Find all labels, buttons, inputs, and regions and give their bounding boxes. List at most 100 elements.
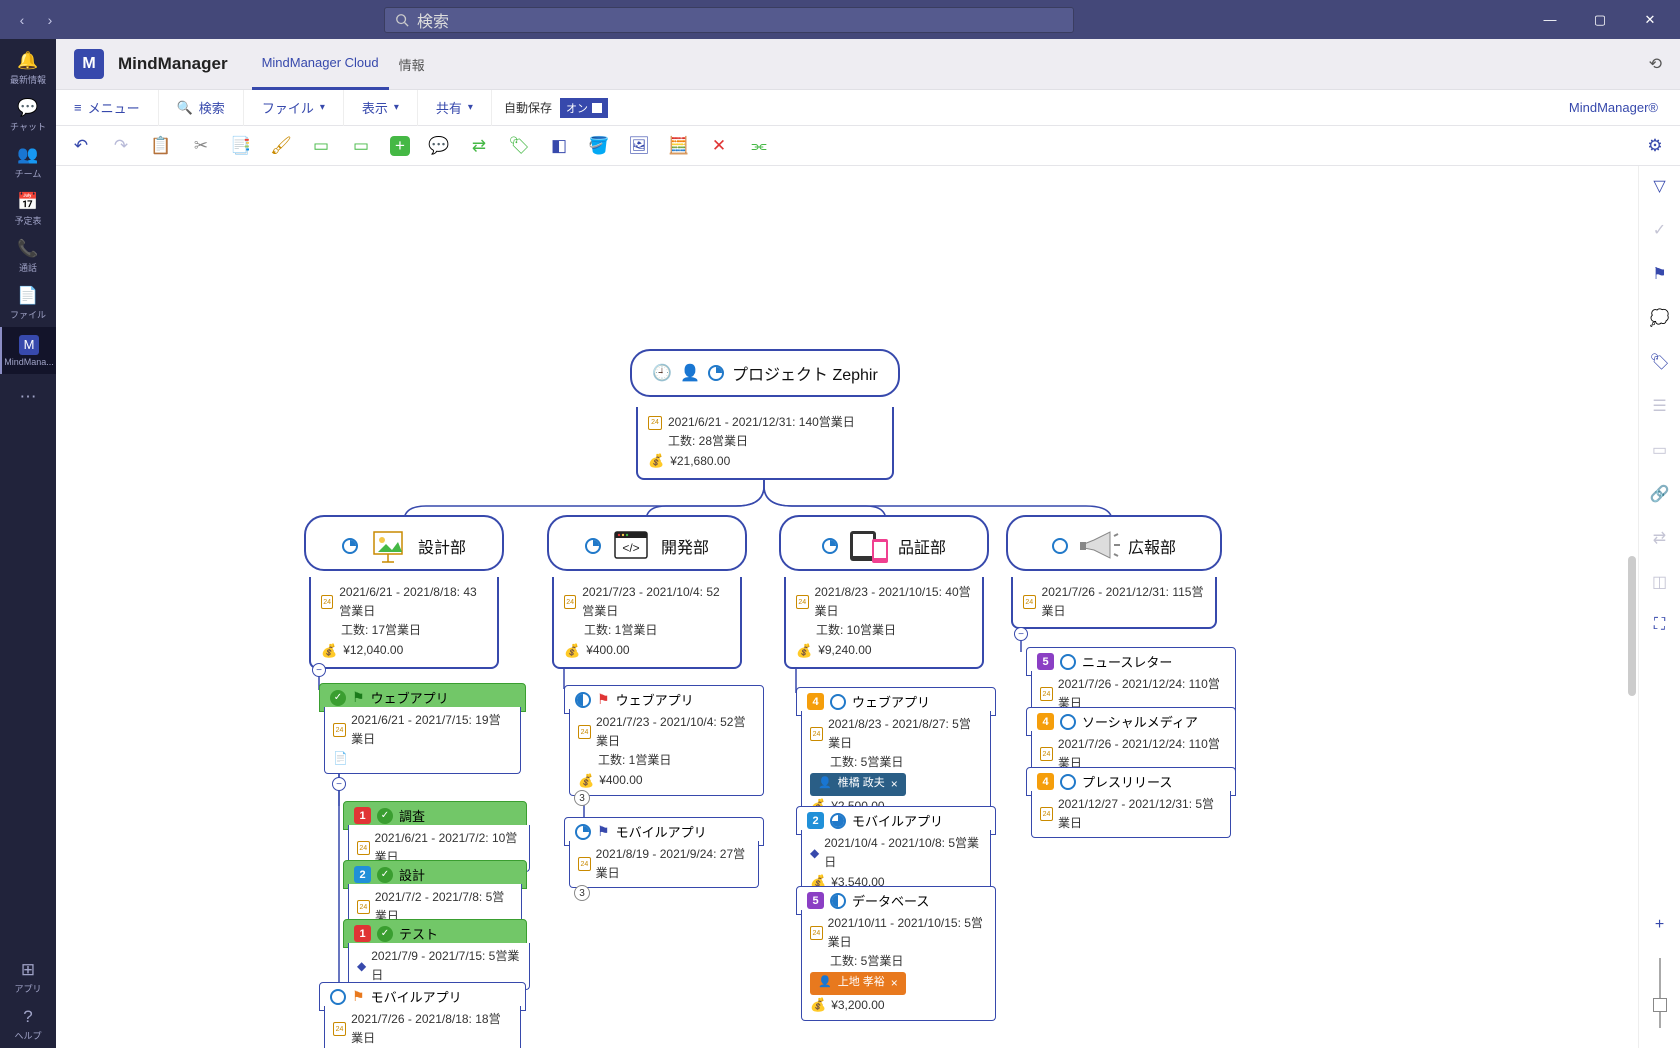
- money-icon: 💰: [648, 451, 664, 472]
- rail-more[interactable]: ⋯: [0, 374, 56, 421]
- swap-icon[interactable]: ⇄: [1653, 528, 1666, 548]
- rail-help[interactable]: ?ヘルプ: [0, 1001, 56, 1048]
- link-icon[interactable]: 🔗: [1650, 484, 1670, 504]
- nav-back[interactable]: ‹: [12, 10, 32, 30]
- toolbar: ↶ ↷ 📋 ✂ 📑 🖌 ▭ ▭ + 💬 ⇄ 🏷 ◧ 🪣 🖼 🧮 ✕ ⫘ ⚙: [56, 126, 1680, 166]
- flag-icon: ⚑: [352, 689, 365, 706]
- progress-icon: [585, 538, 601, 554]
- task-qa-web-det: 242021/8/23 - 2021/8/27: 5営業日 工数: 5営業日 👤…: [801, 711, 991, 822]
- rail-calls[interactable]: 📞通話: [0, 233, 56, 280]
- flag-icon: ⚑: [352, 988, 365, 1005]
- search-icon: [395, 13, 409, 27]
- rail-apps[interactable]: ⊞アプリ: [0, 954, 56, 1001]
- child-count[interactable]: 3: [574, 885, 590, 901]
- filter-icon[interactable]: ▽: [1653, 176, 1665, 196]
- card-icon[interactable]: ▭: [1652, 440, 1667, 460]
- branch-pr[interactable]: 広報部: [1006, 515, 1222, 571]
- rail-activity[interactable]: 🔔最新情報: [0, 45, 56, 92]
- title-bar: ‹ › 検索 — ▢ ✕: [0, 0, 1680, 39]
- delete-icon[interactable]: ✕: [708, 135, 730, 157]
- minimize-button[interactable]: —: [1540, 10, 1560, 30]
- tab-info[interactable]: 情報: [389, 38, 435, 91]
- branch-design[interactable]: 設計部: [304, 515, 504, 571]
- collapse-toggle[interactable]: −: [332, 777, 346, 791]
- refresh-icon[interactable]: ⟲: [1649, 54, 1662, 74]
- flag-icon[interactable]: ⚑: [1652, 264, 1666, 284]
- rail-teams[interactable]: 👥チーム: [0, 139, 56, 186]
- relationship-icon[interactable]: ⇄: [468, 135, 490, 157]
- autosave-toggle[interactable]: オン: [560, 98, 608, 118]
- list-icon[interactable]: ☰: [1652, 396, 1666, 416]
- focus-icon[interactable]: ⛶: [1654, 616, 1665, 634]
- task-qa-db-det: 242021/10/11 - 2021/10/15: 5営業日 工数: 5営業日…: [801, 910, 996, 1021]
- add-icon[interactable]: +: [390, 136, 410, 156]
- format-icon[interactable]: 🖌: [270, 135, 292, 157]
- callout-icon[interactable]: 💬: [428, 135, 450, 157]
- person-chip[interactable]: 👤 椎橋 政夫 ×: [810, 773, 906, 796]
- tab-cloud[interactable]: MindManager Cloud: [252, 38, 389, 90]
- branch-qa[interactable]: 品証部: [779, 515, 989, 571]
- redo-icon[interactable]: ↷: [110, 135, 132, 157]
- search-button[interactable]: 🔍 検索: [159, 90, 244, 126]
- undo-icon[interactable]: ↶: [70, 135, 92, 157]
- gear-icon[interactable]: ⚙: [1644, 135, 1666, 157]
- layers-icon[interactable]: ◫: [1652, 572, 1667, 592]
- person-icon: 👤: [680, 363, 700, 383]
- calc-icon[interactable]: 🧮: [668, 135, 690, 157]
- search-input[interactable]: 検索: [384, 7, 1074, 33]
- fill-icon[interactable]: 🪣: [588, 135, 610, 157]
- brand-label: MindManager®: [1569, 100, 1658, 115]
- rail-chat[interactable]: 💬チャット: [0, 92, 56, 139]
- scrollbar[interactable]: [1628, 556, 1636, 696]
- rail-mindmanager[interactable]: MMindMana...: [0, 327, 56, 374]
- image-icon[interactable]: 🖼: [628, 135, 650, 157]
- file-menu[interactable]: ファイル ▾: [244, 90, 344, 126]
- person-chip[interactable]: 👤 上地 孝裕 ×: [810, 972, 906, 995]
- tag-icon[interactable]: 🏷: [1649, 352, 1669, 372]
- rail-files[interactable]: 📄ファイル: [0, 280, 56, 327]
- priority-badge: 1: [354, 807, 371, 824]
- zoom-slider[interactable]: [1659, 958, 1661, 1028]
- collapse-toggle[interactable]: −: [1014, 627, 1028, 641]
- share-menu[interactable]: 共有 ▾: [418, 90, 492, 126]
- comment-icon[interactable]: 💭: [1650, 308, 1670, 328]
- cut-icon[interactable]: ✂: [190, 135, 212, 157]
- branch-dev-details: 242021/7/23 - 2021/10/4: 52営業日 工数: 1営業日 …: [552, 577, 742, 669]
- check-icon: ✓: [330, 690, 346, 706]
- share-icon[interactable]: ⫘: [748, 135, 770, 157]
- check-icon[interactable]: ✓: [1653, 220, 1666, 240]
- maximize-button[interactable]: ▢: [1590, 10, 1610, 30]
- boundary-icon[interactable]: ◧: [548, 135, 570, 157]
- copy-icon[interactable]: 📑: [230, 135, 252, 157]
- task-design-web-det: 242021/6/21 - 2021/7/15: 19営業日 📄: [324, 707, 521, 774]
- root-node[interactable]: 🕘👤プロジェクト Zephir: [630, 349, 900, 397]
- app-logo: M: [74, 49, 104, 79]
- tab-header: M MindManager MindManager Cloud 情報 ⟲: [56, 39, 1680, 90]
- svg-text:</>: </>: [622, 541, 639, 555]
- priority-badge: 2: [354, 866, 371, 883]
- task-design-mobile-det: 242021/7/26 - 2021/8/18: 18営業日: [324, 1006, 521, 1048]
- devices-icon: [846, 527, 890, 565]
- mindmap-canvas[interactable]: 🕘👤プロジェクト Zephir 242021/6/21 - 2021/12/31…: [56, 166, 1638, 1048]
- milestone-icon: ◆: [357, 957, 366, 976]
- right-rail: ▽ ✓ ⚑ 💭 🏷 ☰ ▭ 🔗 ⇄ ◫ ⛶ +: [1638, 166, 1680, 1048]
- left-rail: 🔔最新情報 💬チャット 👥チーム 📅予定表 📞通話 📄ファイル MMindMan…: [0, 39, 56, 1048]
- tag-icon[interactable]: 🏷: [508, 135, 530, 157]
- branch-dev[interactable]: </> 開発部: [547, 515, 747, 571]
- rail-calendar[interactable]: 📅予定表: [0, 186, 56, 233]
- paste-icon[interactable]: 📋: [150, 135, 172, 157]
- view-menu[interactable]: 表示 ▾: [344, 90, 418, 126]
- zoom-in-icon[interactable]: +: [1655, 916, 1664, 934]
- window-controls: — ▢ ✕: [1540, 10, 1672, 30]
- autosave: 自動保存 オン: [504, 98, 608, 118]
- branch-design-details: 242021/6/21 - 2021/8/18: 43営業日 工数: 17営業日…: [309, 577, 499, 669]
- menu-button[interactable]: ≡ メニュー: [56, 90, 159, 126]
- close-button[interactable]: ✕: [1640, 10, 1660, 30]
- app-title: MindManager: [118, 54, 228, 74]
- topic-icon[interactable]: ▭: [310, 135, 332, 157]
- branch-pr-details: 242021/7/26 - 2021/12/31: 115営業日: [1011, 577, 1217, 629]
- subtopic-icon[interactable]: ▭: [350, 135, 372, 157]
- collapse-toggle[interactable]: −: [312, 663, 326, 677]
- child-count[interactable]: 3: [574, 790, 590, 806]
- nav-fwd[interactable]: ›: [40, 10, 60, 30]
